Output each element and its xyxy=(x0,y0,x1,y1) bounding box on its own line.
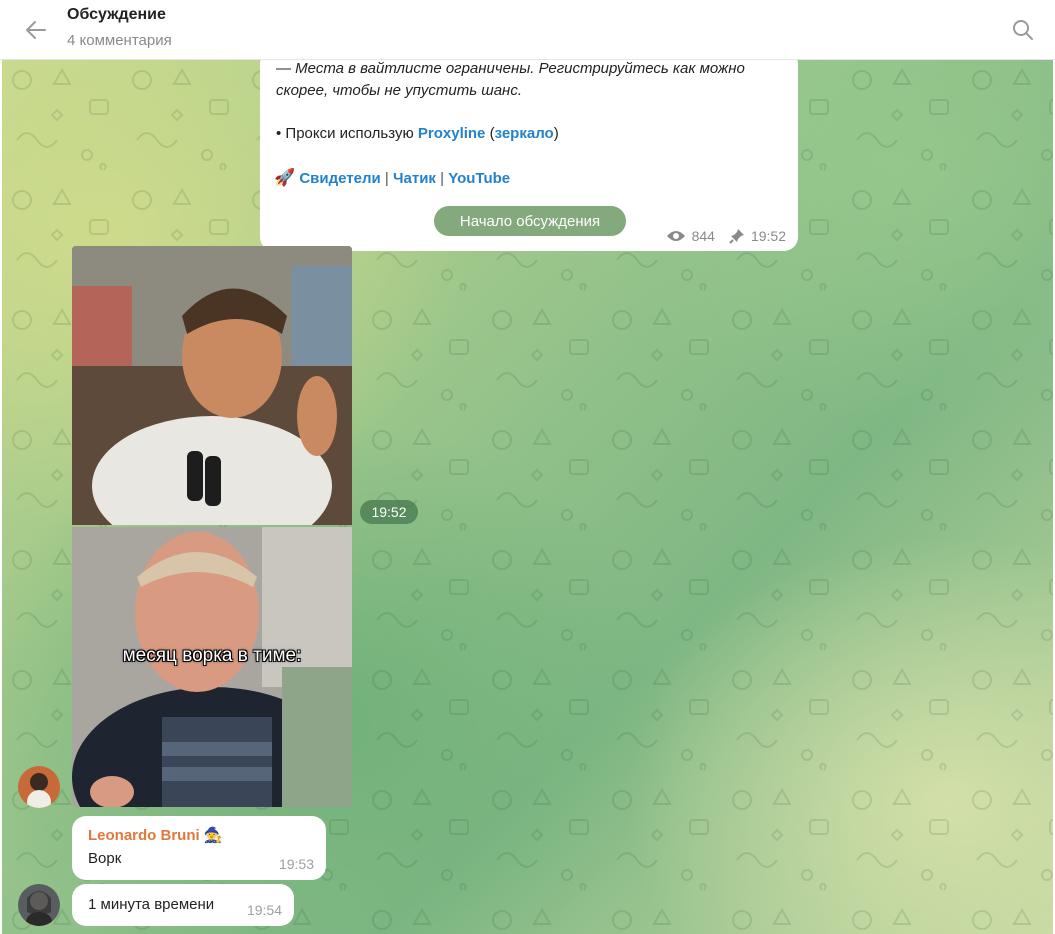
view-count: 844 xyxy=(691,228,715,244)
avatar-image xyxy=(18,884,60,926)
chat-header: Обсуждение 4 комментария xyxy=(0,0,1055,60)
search-icon xyxy=(1013,20,1033,40)
video-image xyxy=(72,527,352,807)
avatar[interactable] xyxy=(18,766,60,808)
message-time: 19:53 xyxy=(278,856,314,872)
proxy-text: • Прокси использую xyxy=(276,125,418,142)
witnesses-link[interactable]: Свидетели xyxy=(299,170,380,187)
mirror-paren-open: ( xyxy=(485,125,495,142)
post-links-line: 🚀 Свидетели | Чатик | YouTube xyxy=(274,168,510,188)
chat-area[interactable]: — Места в вайтлисте ограничены. Регистри… xyxy=(2,60,1053,934)
discussion-start-divider: Начало обсуждения xyxy=(434,206,626,236)
message-bubble[interactable]: Leonardo Bruni 🧙 Ворк 19:53 xyxy=(72,816,326,880)
video-work-meme[interactable]: месяц ворка в тиме: xyxy=(72,527,352,807)
photo-image xyxy=(72,246,352,525)
youtube-link[interactable]: YouTube xyxy=(448,170,510,187)
sender-emoji-icon: 🧙 xyxy=(203,827,223,844)
message-text: 1 минута времени xyxy=(88,896,215,913)
post-time: 19:52 xyxy=(750,228,786,244)
link-separator: | xyxy=(384,170,389,187)
mirror-link[interactable]: зеркало xyxy=(495,125,554,142)
mirror-paren-close: ) xyxy=(553,125,559,142)
sender-name-text: Leonardo Bruni xyxy=(88,827,200,844)
link-separator: | xyxy=(440,170,445,187)
video-caption: месяц ворка в тиме: xyxy=(122,645,302,666)
media-time-badge: 19:52 xyxy=(360,500,418,524)
comment-count: 4 комментария xyxy=(67,32,172,49)
avatar[interactable] xyxy=(18,884,60,926)
proxyline-link[interactable]: Proxyline xyxy=(418,125,486,142)
avatar-image xyxy=(18,766,60,808)
rocket-icon: 🚀 xyxy=(274,168,296,187)
arrow-left-icon xyxy=(26,21,46,39)
post-text-line: скорее, чтобы не упустить шанс. xyxy=(276,82,522,99)
pin-icon xyxy=(729,229,744,244)
search-button[interactable] xyxy=(1005,12,1041,48)
post-meta: 844 19:52 xyxy=(666,228,786,244)
sender-name[interactable]: Leonardo Bruni 🧙 xyxy=(88,826,223,844)
page-title: Обсуждение xyxy=(67,6,166,23)
post-text-line: — Места в вайтлисте ограничены. Регистри… xyxy=(276,60,745,77)
message-bubble[interactable]: 1 минута времени 19:54 xyxy=(72,884,294,926)
eye-icon xyxy=(666,231,685,241)
photo-leonardo[interactable] xyxy=(72,246,352,525)
chat-link[interactable]: Чатик xyxy=(393,170,436,187)
message-time: 19:54 xyxy=(246,902,282,918)
back-button[interactable] xyxy=(18,12,54,48)
message-text: Ворк xyxy=(88,850,122,867)
post-proxy-line: • Прокси использую Proxyline (зеркало) xyxy=(276,125,559,142)
